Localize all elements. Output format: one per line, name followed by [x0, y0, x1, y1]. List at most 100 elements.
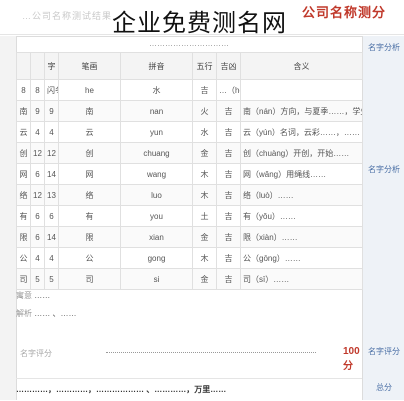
table-cell: 网	[58, 163, 121, 185]
overlay-title: 企业免费测名网	[112, 9, 287, 37]
header-faded: …公司名称测试结果…	[22, 11, 123, 21]
table-cell: 吉	[216, 142, 241, 164]
table-cell: 9	[44, 100, 59, 122]
table-cell: 创	[16, 142, 31, 164]
table-cell: 限	[16, 226, 31, 248]
table-cell: 吉	[216, 100, 241, 122]
table-cell: 络（luò）……	[240, 184, 363, 206]
table-cell: …（he）也可指……和谐，统合，……	[216, 79, 241, 101]
summary-value: …… 、……	[34, 309, 77, 318]
table-cell: 吉	[216, 226, 241, 248]
table-cell: 络	[58, 184, 121, 206]
table-cell: 吉	[216, 184, 241, 206]
table-cell: 5	[44, 268, 59, 290]
table-cell: 12	[44, 142, 59, 164]
table-row: 创 12 12 创 chuang 金吉创（chuàng）开创，开始……	[16, 142, 363, 164]
summary-key: 寓意	[16, 291, 32, 300]
table-cell: 南	[16, 100, 31, 122]
table-cell: 吉	[216, 163, 241, 185]
table-cell: 南	[58, 100, 121, 122]
table-cell: 4	[44, 121, 59, 143]
right-label-4: 总分	[376, 383, 392, 392]
table-cell: 水	[120, 79, 193, 101]
col-header-luck: 吉凶	[216, 52, 241, 80]
left-column	[0, 36, 17, 400]
table-cell: 云	[58, 121, 121, 143]
score-label: 名字评分	[20, 349, 52, 358]
table-cell: 6	[44, 205, 59, 227]
table-header-row: 字 笔画 拼音 五行 吉凶 含义	[16, 52, 363, 80]
table-cell: 木	[192, 247, 217, 269]
table-cell: 南（nán）方向，与夏季……，学生……	[240, 100, 363, 122]
table-row: 限 6 14 限 xian 金吉限（xiàn）……	[16, 226, 363, 248]
table-row: 司 5 5 司 si 金吉司（sī）……	[16, 268, 363, 290]
subhead: …………………………	[149, 39, 229, 48]
table-cell: 14	[44, 226, 59, 248]
summary-value: ……	[34, 291, 51, 300]
table-cell: gong	[120, 247, 193, 269]
table-cell: 有（yǒu）……	[240, 205, 363, 227]
score-row: 名字评分 100 分	[16, 343, 362, 372]
col-blank-1	[16, 52, 31, 80]
table-cell: si	[120, 268, 193, 290]
table-cell: nan	[120, 100, 193, 122]
table-cell: 金	[192, 226, 217, 248]
table-row: 公 4 4 公 gong 木吉公（gōng）……	[16, 247, 363, 269]
table-cell: 木	[192, 163, 217, 185]
table-cell: 4	[30, 247, 45, 269]
table-row: 南99南nan火吉南（nán）方向，与夏季……，学生……	[16, 100, 363, 122]
table-cell: 限	[58, 226, 121, 248]
table-cell: xian	[120, 226, 193, 248]
table-cell: 限（xiàn）……	[240, 226, 363, 248]
table-cell: 创	[58, 142, 121, 164]
score-dotted-line	[106, 352, 316, 353]
table-cell: 吉	[216, 268, 241, 290]
table-row: 网 6 14 网 wang 木吉网（wǎng）用绳线……	[16, 163, 363, 185]
col-header-element: 五行	[192, 52, 217, 80]
table-row: 有 6 6 有 you 土吉有（yǒu）……	[16, 205, 363, 227]
table-cell: 水	[192, 121, 217, 143]
col-header-meaning: 含义	[240, 52, 363, 80]
summary-key: 解析	[16, 309, 32, 318]
table-cell: 创（chuàng）开创，开始……	[240, 142, 363, 164]
summary-row-1: 寓意 ……	[16, 290, 362, 301]
stamp-logo: 公司名称测分	[301, 6, 386, 21]
table-cell: 有	[16, 205, 31, 227]
table-row: 络 12 13 络 luo 木吉络（luò）……	[16, 184, 363, 206]
table-cell: 司	[16, 268, 31, 290]
right-label-1: 名字分析	[368, 43, 400, 52]
table-cell: 司	[58, 268, 121, 290]
table-cell: 公	[16, 247, 31, 269]
table-cell: 金	[192, 142, 217, 164]
analysis-table: 字 笔画 拼音 五行 吉凶 含义 88闪冬he水吉…（he）也可指……和谐，统合…	[16, 52, 363, 290]
table-row: 88闪冬he水吉…（he）也可指……和谐，统合，……	[16, 79, 363, 101]
col-blank-2	[30, 52, 45, 80]
table-cell: you	[120, 205, 193, 227]
table-cell: 6	[30, 163, 45, 185]
table-cell: 8	[16, 79, 31, 101]
col-header-char: 字	[44, 52, 59, 80]
footer-text: …………，…………，……………… 、…………，万里……	[16, 378, 362, 401]
table-cell: 网	[16, 163, 31, 185]
table-cell: 火	[192, 100, 217, 122]
col-header-strokes: 笔画	[58, 52, 121, 80]
right-column: 名字分析 名字分析 名字评分 总分	[362, 36, 404, 400]
table-cell: 9	[30, 100, 45, 122]
score-value: 100 分	[343, 346, 360, 372]
table-cell: 络	[16, 184, 31, 206]
table-cell: wang	[120, 163, 193, 185]
table-cell: 网（wǎng）用绳线……	[240, 163, 363, 185]
table-cell: 土	[192, 205, 217, 227]
table-cell: 司（sī）……	[240, 268, 363, 290]
table-cell: luo	[120, 184, 193, 206]
table-cell: 6	[30, 226, 45, 248]
table-cell: 12	[30, 184, 45, 206]
table-cell: 云	[16, 121, 31, 143]
table-cell: 吉	[216, 205, 241, 227]
table-cell: 12	[30, 142, 45, 164]
table-cell: 有	[58, 205, 121, 227]
table-cell: 6	[30, 205, 45, 227]
table-cell: 金	[192, 268, 217, 290]
right-label-2: 名字分析	[368, 165, 400, 174]
table-cell: 8	[30, 79, 45, 101]
